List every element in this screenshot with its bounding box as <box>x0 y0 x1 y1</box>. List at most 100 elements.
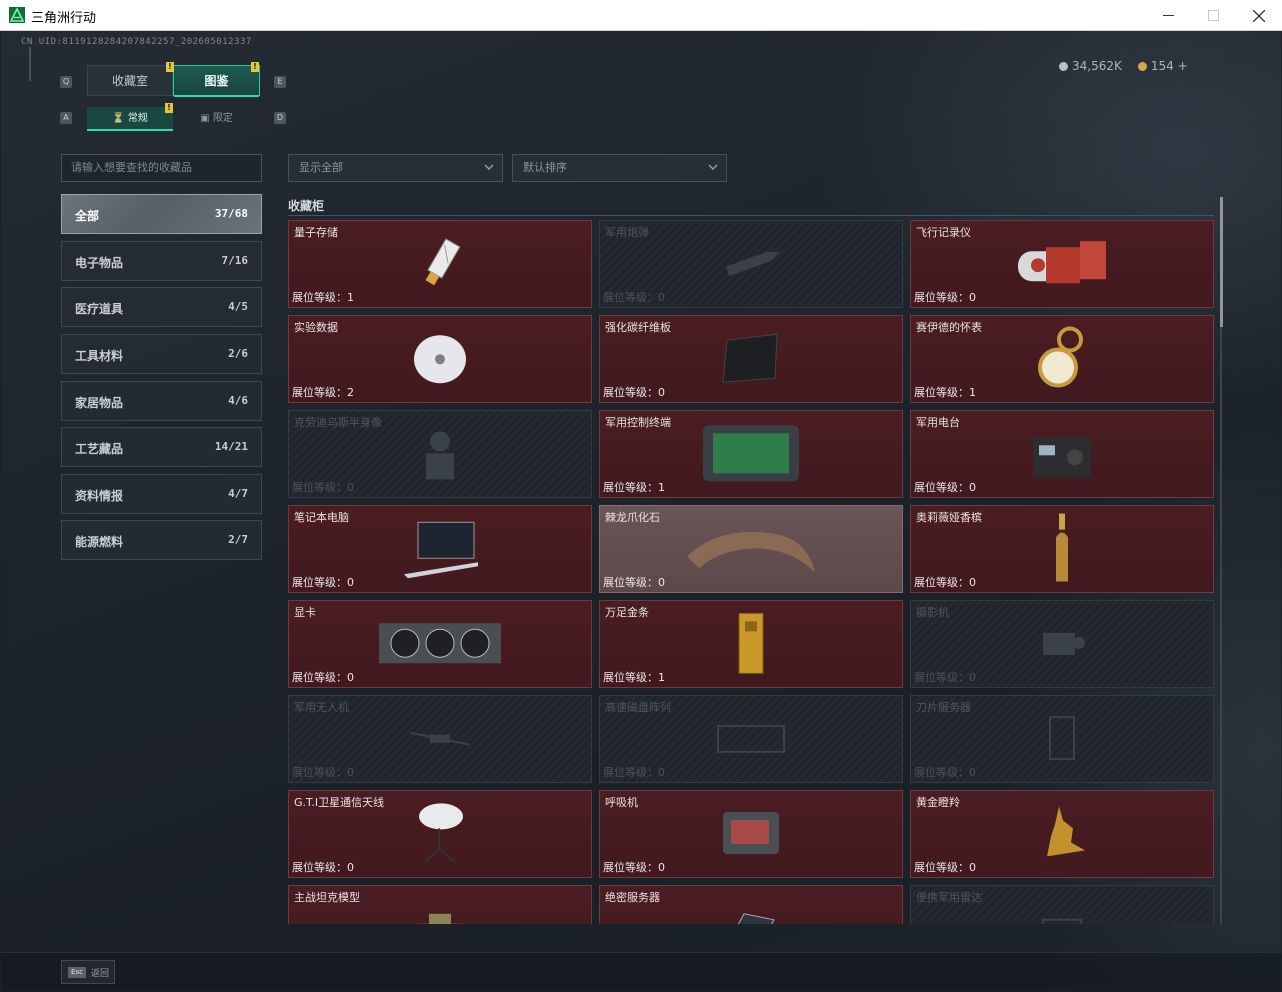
drone-icon <box>405 723 475 757</box>
item-level: 展位等级：0 <box>603 764 665 780</box>
gold-currency[interactable]: 154 + <box>1137 59 1188 73</box>
laptop-icon <box>398 518 482 582</box>
tank-model-icon <box>413 910 467 924</box>
item-level: 展位等级：2 <box>292 384 354 400</box>
collection-item-card[interactable]: 军用电台 展位等级：0 <box>910 410 1214 498</box>
collection-item-card[interactable]: 呼吸机 展位等级：0 <box>599 790 903 878</box>
item-level: 展位等级：1 <box>292 289 354 305</box>
item-name: 克劳迪乌斯半身像 <box>294 416 382 429</box>
decor-line <box>29 47 31 81</box>
collection-item-card[interactable]: 军用控制终端 展位等级：1 <box>599 410 903 498</box>
esc-key: Esc <box>68 967 86 978</box>
item-level-value: 2 <box>347 386 354 399</box>
category-item[interactable]: 工艺藏品 14/21 <box>61 427 262 467</box>
key-hint-a: A <box>60 112 72 124</box>
item-level-prefix: 展位等级： <box>914 386 969 399</box>
collection-item-card[interactable]: 军用炮弹 展位等级：0 <box>599 220 903 308</box>
collection-item-card[interactable]: 赛伊德的怀表 展位等级：1 <box>910 315 1214 403</box>
category-count: 2/6 <box>228 347 248 360</box>
tab-collection-room[interactable]: 收藏室 <box>87 65 173 96</box>
collection-item-card[interactable]: 摄影机 展位等级：0 <box>910 600 1214 688</box>
key-hint-q: Q <box>60 76 72 88</box>
category-name: 医疗道具 <box>75 302 124 316</box>
collection-item-card[interactable]: 主战坦克模型展位等级： <box>288 885 592 924</box>
category-name: 家居物品 <box>75 396 124 410</box>
collection-item-card[interactable]: 军用无人机 展位等级：0 <box>288 695 592 783</box>
collection-item-card[interactable]: 克劳迪乌斯半身像 展位等级：0 <box>288 410 592 498</box>
collection-item-card[interactable]: 黄金瞪羚 展位等级：0 <box>910 790 1214 878</box>
section-divider <box>288 215 1214 216</box>
item-level: 展位等级：0 <box>914 479 976 495</box>
scrollbar-thumb[interactable] <box>1220 197 1223 327</box>
item-level: 展位等级：0 <box>914 574 976 590</box>
category-item[interactable]: 全部 37/68 <box>61 194 262 234</box>
collection-item-card[interactable]: 棘龙爪化石 展位等级：0 <box>599 505 903 593</box>
section-title: 收藏柜 <box>288 199 325 213</box>
search-input[interactable]: 请输入想要查找的收藏品 <box>61 154 262 182</box>
category-count: 4/6 <box>228 394 248 407</box>
category-item[interactable]: 工具材料 2/6 <box>61 334 262 374</box>
item-name: 黄金瞪羚 <box>916 796 960 809</box>
item-level: 展位等级：0 <box>603 289 665 305</box>
filter-dropdown[interactable]: 显示全部 <box>288 154 503 182</box>
collection-item-card[interactable]: 飞行记录仪展位等级：0 <box>910 220 1214 308</box>
collection-item-card[interactable]: 奥莉薇娅香槟 展位等级：0 <box>910 505 1214 593</box>
item-level: 展位等级：0 <box>914 289 976 305</box>
disk-array-icon <box>714 718 788 762</box>
collection-item-card[interactable]: G.T.I卫星通信天线 展位等级：0 <box>288 790 592 878</box>
item-name: 飞行记录仪 <box>916 226 971 239</box>
collection-item-card[interactable]: 强化碳纤维板 展位等级：0 <box>599 315 903 403</box>
subtab-limited[interactable]: ▣ 限定 <box>173 107 260 131</box>
category-count: 7/16 <box>221 254 249 267</box>
item-level-prefix: 展位等级： <box>914 671 969 684</box>
champagne-icon <box>1050 512 1074 590</box>
close-button[interactable] <box>1236 0 1282 31</box>
collection-item-card[interactable]: 实验数据展位等级：2 <box>288 315 592 403</box>
sort-dropdown[interactable]: 默认排序 <box>512 154 727 182</box>
collection-item-card[interactable]: 绝密服务器展位等级： <box>599 885 903 924</box>
item-level: 展位等级：0 <box>603 574 665 590</box>
item-level-value: 0 <box>347 861 354 874</box>
item-level-prefix: 展位等级： <box>603 861 658 874</box>
claw-fossil-icon <box>681 518 821 582</box>
item-level-prefix: 展位等级： <box>914 291 969 304</box>
category-item[interactable]: 家居物品 4/6 <box>61 381 262 421</box>
item-level-prefix: 展位等级： <box>603 291 658 304</box>
item-level-value: 0 <box>658 576 665 589</box>
category-item[interactable]: 电子物品 7/16 <box>61 241 262 281</box>
collection-item-card[interactable]: 便携军用雷达展位等级： <box>910 885 1214 924</box>
item-level: 展位等级：0 <box>292 669 354 685</box>
collection-item-card[interactable]: 显卡 展位等级：0 <box>288 600 592 688</box>
collection-item-card[interactable]: 高速磁盘阵列 展位等级：0 <box>599 695 903 783</box>
flight-recorder-icon <box>1012 235 1112 295</box>
collection-item-card[interactable]: 量子存储 展位等级：1 <box>288 220 592 308</box>
radar-icon <box>1037 910 1087 924</box>
collection-item-card[interactable]: 刀片服务器 展位等级：0 <box>910 695 1214 783</box>
item-name: 军用控制终端 <box>605 416 671 429</box>
gold-coin-icon <box>1137 62 1147 71</box>
tab-codex[interactable]: 图鉴 ! ! <box>166 62 260 97</box>
item-name: 万足金条 <box>605 606 649 619</box>
item-level-prefix: 展位等级： <box>292 766 347 779</box>
minimize-button[interactable] <box>1145 0 1191 31</box>
item-level: 展位等级：0 <box>603 384 665 400</box>
maximize-button[interactable] <box>1190 0 1236 31</box>
item-level-value: 0 <box>658 386 665 399</box>
graphics-card-icon <box>375 615 505 675</box>
back-button[interactable]: Esc 返回 <box>61 960 115 984</box>
collection-item-card[interactable]: 万足金条 展位等级：1 <box>599 600 903 688</box>
collection-item-card[interactable]: 笔记本电脑 展位等级：0 <box>288 505 592 593</box>
item-level-prefix: 展位等级： <box>603 481 658 494</box>
category-item[interactable]: 能源燃料 2/7 <box>61 520 262 560</box>
player-uid: CN UID:8119128284207842257_202605012337 <box>21 37 252 47</box>
category-count: 2/7 <box>228 533 248 546</box>
category-item[interactable]: 医疗道具 4/5 <box>61 287 262 327</box>
terminal-icon <box>701 423 801 487</box>
item-name: 呼吸机 <box>605 796 638 809</box>
category-item[interactable]: 资料情报 4/7 <box>61 474 262 514</box>
subtab-regular[interactable]: ⏳ 常规 ! <box>87 103 173 131</box>
item-level-value: 0 <box>347 766 354 779</box>
item-name: 实验数据 <box>294 321 338 334</box>
item-level: 展位等级：0 <box>292 859 354 875</box>
item-level: 展位等级：1 <box>914 384 976 400</box>
